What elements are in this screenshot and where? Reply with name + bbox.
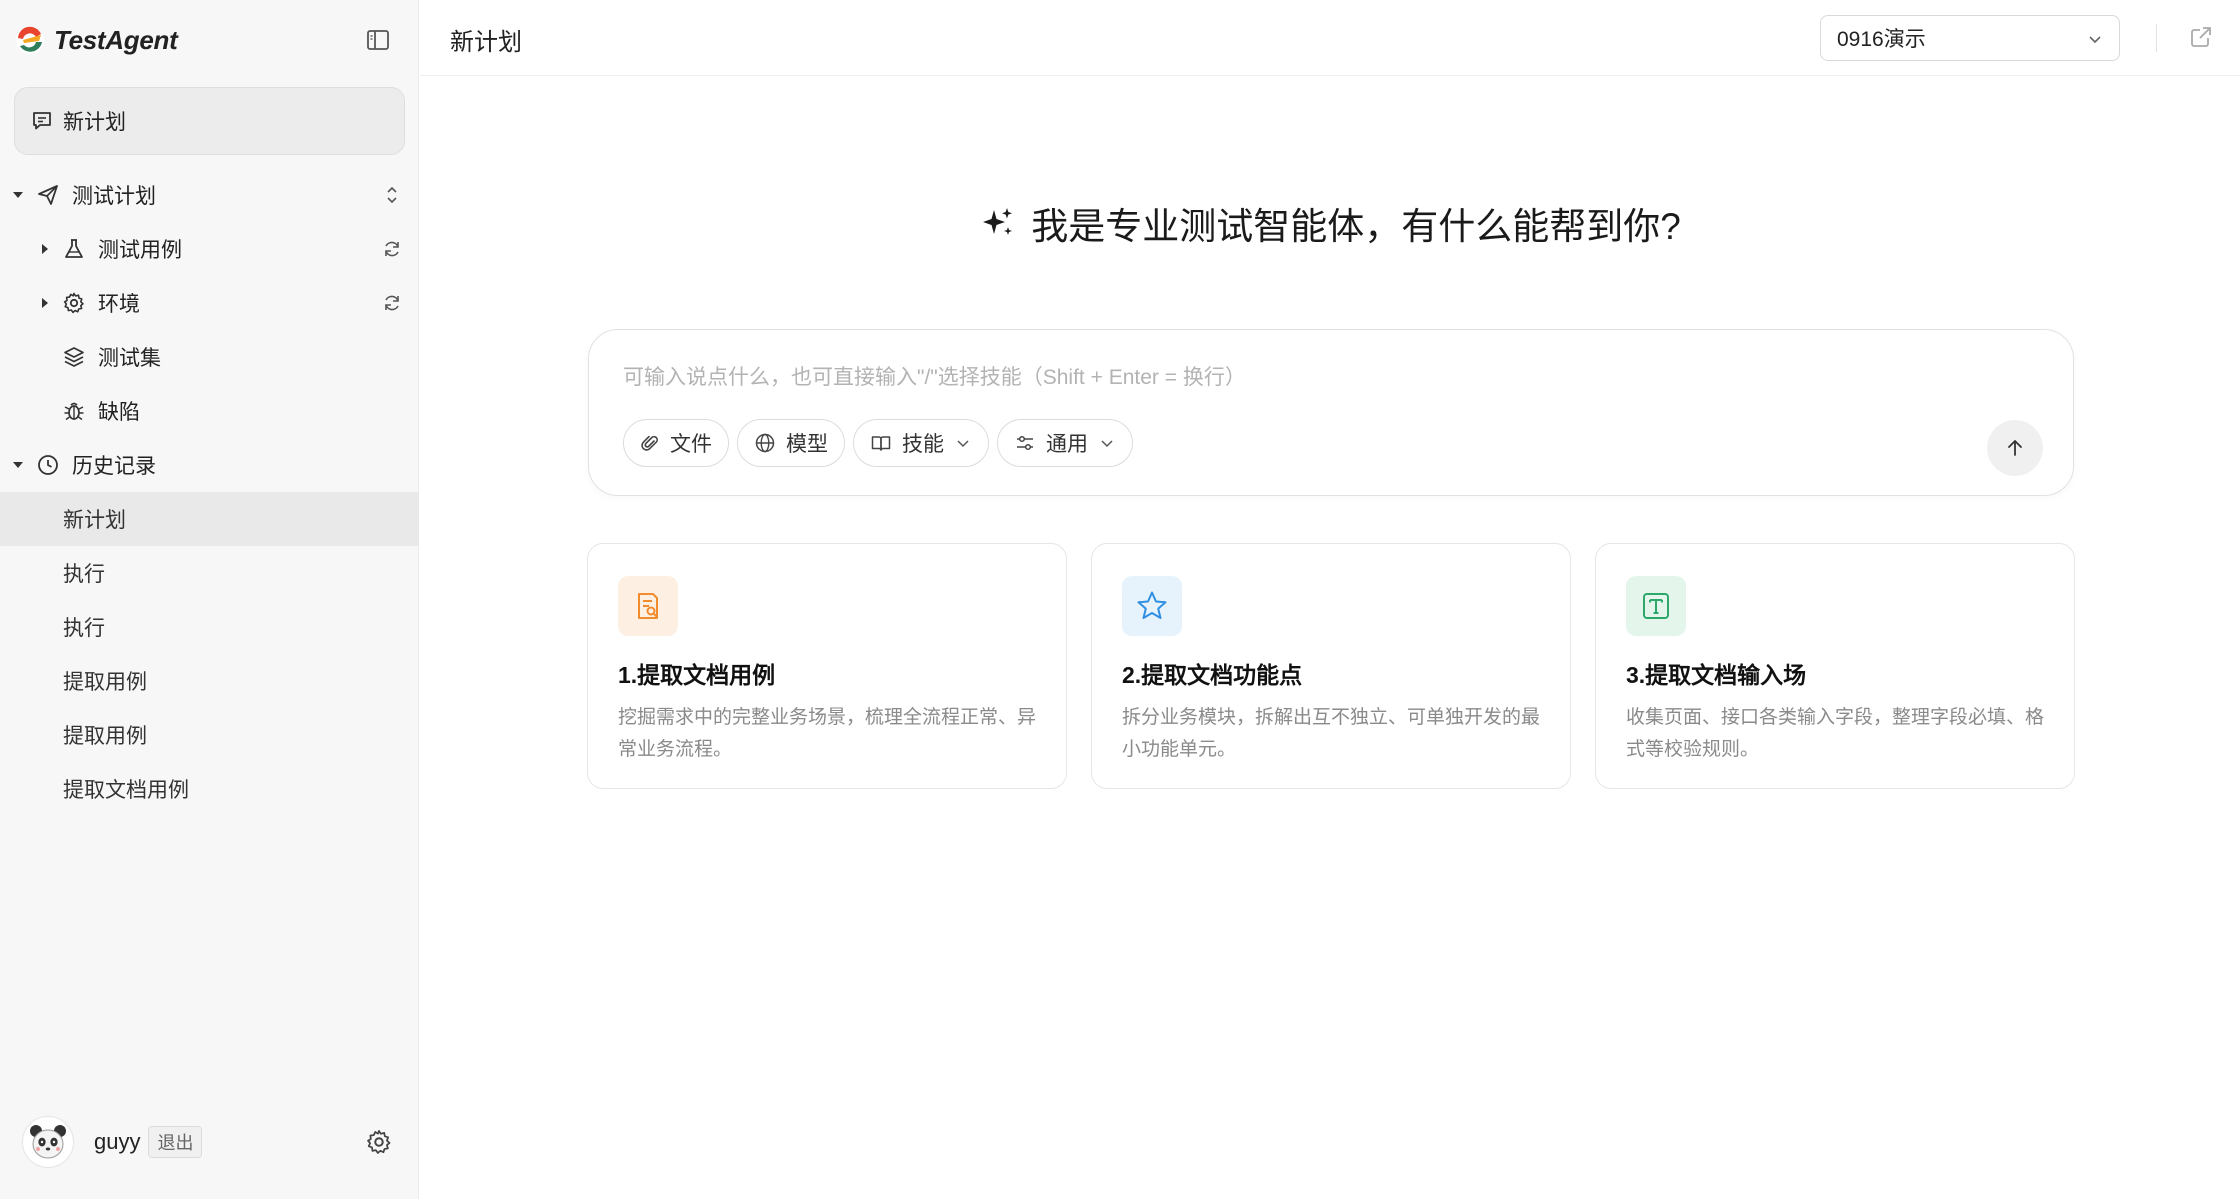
composer-toolbar: 文件 模型 技能 通用 [623,419,1133,467]
layers-icon [64,347,84,367]
book-icon [871,436,891,451]
project-select-value: 0916演示 [1837,28,1926,51]
globe-icon [755,433,775,453]
sidebar-item-defects[interactable]: 缺陷 [0,384,419,438]
card-description: 挖掘需求中的完整业务场景，梳理全流程正常、异常业务流程。 [618,707,1037,760]
app-name: TestAgent [54,24,178,55]
sidebar-item-label: 环境 [98,293,140,316]
card-title: 1.提取文档用例 [618,662,776,688]
panda-avatar-icon [30,1125,66,1159]
caret-right-icon [42,244,48,254]
card-description: 收集页面、接口各类输入字段，整理字段必填、格式等校验规则。 [1626,707,2045,760]
card-title: 2.提取文档功能点 [1122,662,1303,688]
history-item[interactable]: 提取用例 [0,654,419,708]
general-dropdown[interactable]: 通用 [997,419,1133,467]
sliders-icon [1017,435,1033,451]
new-chat-icon [33,112,51,130]
history-item-label: 提取用例 [63,671,147,694]
settings-button[interactable] [362,1125,396,1159]
caret-down-icon [13,192,23,198]
arrow-up-icon [2008,440,2022,456]
caret-right-icon [42,298,48,308]
suggestion-card[interactable]: 3.提取文档输入场 收集页面、接口各类输入字段，整理字段必填、格式等校验规则。 [1595,543,2075,789]
card-description: 拆分业务模块，拆解出互不独立、可单独开发的最小功能单元。 [1122,707,1541,760]
history-item[interactable]: 执行 [0,600,419,654]
external-link-icon[interactable] [2188,24,2214,50]
testagent-logo-icon [16,26,44,54]
avatar[interactable] [22,1116,74,1168]
chevron-down-icon [957,440,969,448]
history-item[interactable]: 新计划 [0,492,419,546]
send-button[interactable] [1987,420,2043,476]
logo-row: TestAgent [14,20,404,60]
history-item-label: 提取用例 [63,725,147,748]
send-icon [38,185,58,205]
section-label: 历史记录 [72,455,156,478]
header-divider [2156,24,2157,52]
hero-text: 我是专业测试智能体，有什么能帮到你? [1031,206,1681,247]
chevron-down-icon [1101,440,1113,448]
caret-down-icon [13,462,23,468]
sidebar-item-label: 测试集 [98,347,161,370]
document-search-icon [638,593,658,619]
history-item-label: 新计划 [63,509,126,532]
user-row: guyy 退出 [22,1111,396,1173]
file-button-label: 文件 [670,433,712,456]
bug-icon [64,402,84,421]
history-item-label: 提取文档用例 [63,779,189,802]
paperclip-icon [641,435,658,451]
history-item[interactable]: 提取文档用例 [0,762,419,816]
section-test-plan[interactable]: 测试计划 [0,168,419,222]
history-item[interactable]: 提取用例 [0,708,419,762]
refresh-icon[interactable] [381,292,403,314]
refresh-icon[interactable] [381,238,403,260]
suggestion-card[interactable]: 1.提取文档用例 挖掘需求中的完整业务场景，梳理全流程正常、异常业务流程。 [587,543,1067,789]
section-history[interactable]: 历史记录 [0,438,419,492]
model-button-label: 模型 [786,433,828,456]
new-plan-button[interactable]: 新计划 [14,87,405,155]
chat-composer: 文件 模型 技能 [588,329,2074,496]
sidebar-item-test-suite[interactable]: 测试集 [0,330,419,384]
suggestion-card[interactable]: 2.提取文档功能点 拆分业务模块，拆解出互不独立、可单独开发的最小功能单元。 [1091,543,1571,789]
project-select[interactable]: 0916演示 [1820,15,2120,61]
skills-dropdown-label: 技能 [902,433,944,456]
sidebar-item-environment[interactable]: 环境 [0,276,419,330]
skills-dropdown[interactable]: 技能 [853,419,989,467]
star-icon [1137,591,1167,619]
history-item[interactable]: 执行 [0,546,419,600]
text-box-icon [1643,593,1669,619]
gear-icon [367,1130,391,1154]
chat-input[interactable] [623,360,1923,396]
sidebar: TestAgent 新计划 测试计划 测试用例 环境 测试集 缺陷 历史记录 新… [0,0,419,1199]
general-dropdown-label: 通用 [1046,433,1088,456]
file-button[interactable]: 文件 [623,419,729,467]
logout-button[interactable]: 退出 [148,1126,203,1158]
sparkles-icon [983,208,1013,235]
new-plan-label: 新计划 [63,111,126,134]
history-item-label: 执行 [63,617,105,640]
suggestion-cards: 1.提取文档用例 挖掘需求中的完整业务场景，梳理全流程正常、异常业务流程。 2.… [587,543,2075,789]
hero-heading: 我是专业测试智能体，有什么能帮到你? [420,196,2240,250]
card-title: 3.提取文档输入场 [1626,662,1807,688]
model-button[interactable]: 模型 [737,419,845,467]
collapse-sidebar-button[interactable] [364,26,392,54]
expand-collapse-icon[interactable] [381,184,403,206]
sidebar-item-label: 测试用例 [98,239,182,262]
chevron-down-icon [2089,36,2101,44]
flask-icon [65,239,83,258]
sidebar-item-test-cases[interactable]: 测试用例 [0,222,419,276]
gear-icon [63,292,84,314]
history-item-label: 执行 [63,563,105,586]
card-icon-tile [1122,576,1182,636]
username: guyy [94,1129,141,1154]
sidebar-item-label: 缺陷 [98,401,140,424]
card-icon-tile [1626,576,1686,636]
card-icon-tile [618,576,678,636]
page-title: 新计划 [450,29,522,56]
clock-icon [38,455,58,475]
sidebar-toggle-icon [367,30,389,50]
section-label: 测试计划 [72,185,156,208]
